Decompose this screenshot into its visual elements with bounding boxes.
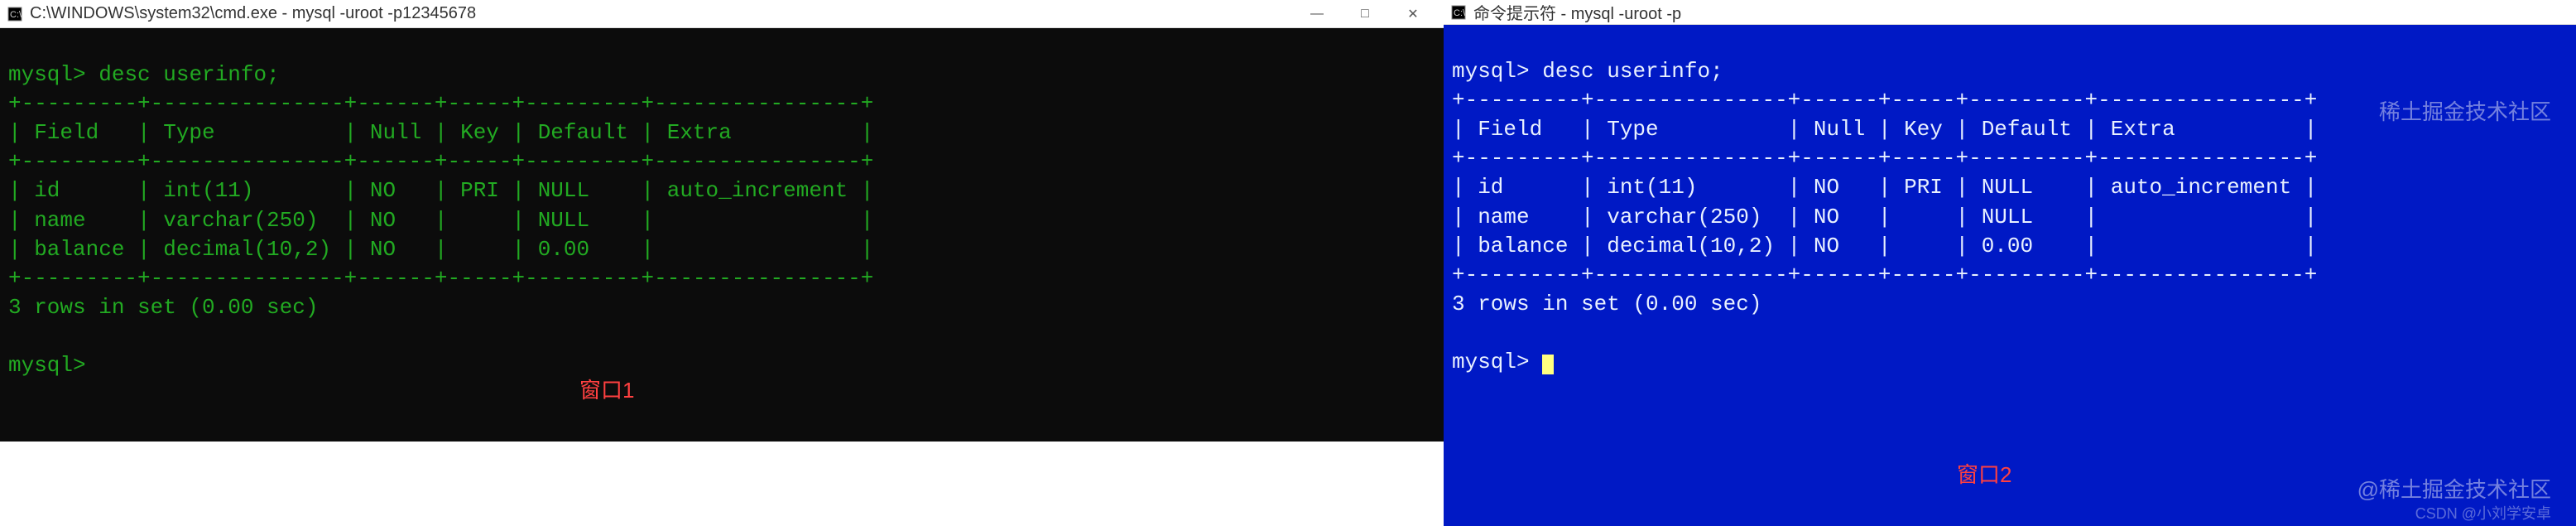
table-border: +---------+---------------+------+-----+… (1452, 263, 2317, 287)
mysql-prompt: mysql> (1452, 59, 1530, 84)
table-header-row: | Field | Type | Null | Key | Default | … (1452, 117, 2317, 142)
table-row: | balance | decimal(10,2) | NO | | 0.00 … (8, 237, 873, 262)
table-border: +---------+---------------+------+-----+… (1452, 146, 2317, 171)
table-border: +---------+---------------+------+-----+… (8, 266, 873, 291)
sql-command: desc userinfo; (99, 62, 279, 87)
watermark-bottom: @稀土掘金技术社区 (2357, 475, 2551, 504)
terminal-body-2[interactable]: mysql> desc userinfo; +---------+-------… (1444, 25, 2576, 526)
titlebar-text-1: C:\WINDOWS\system32\cmd.exe - mysql -uro… (30, 4, 1293, 23)
status-line: 3 rows in set (0.00 sec) (8, 295, 318, 320)
table-row: | name | varchar(250) | NO | | NULL | | (8, 208, 873, 233)
cursor-block (1542, 355, 1554, 374)
table-row: | balance | decimal(10,2) | NO | | 0.00 … (1452, 234, 2317, 258)
mysql-prompt: mysql> (1452, 350, 1530, 374)
table-header-row: | Field | Type | Null | Key | Default | … (8, 120, 873, 145)
cmd-icon: C:\ (7, 6, 23, 22)
window-label-1: 窗口1 (579, 376, 634, 405)
watermark-csdn: CSDN @小刘学安卓 (2415, 504, 2551, 524)
table-border: +---------+---------------+------+-----+… (8, 149, 873, 174)
terminal-window-2: C:\ 命令提示符 - mysql -uroot -p mysql> desc … (1444, 0, 2576, 414)
minimize-button[interactable]: — (1293, 0, 1341, 28)
window-label-2: 窗口2 (1957, 461, 2011, 490)
titlebar-1: C:\ C:\WINDOWS\system32\cmd.exe - mysql … (0, 0, 1444, 28)
mysql-prompt: mysql> (8, 353, 86, 378)
maximize-button[interactable]: □ (1341, 0, 1389, 28)
terminal-body-1[interactable]: mysql> desc userinfo; +---------+-------… (0, 28, 1444, 442)
terminal-window-1: C:\ C:\WINDOWS\system32\cmd.exe - mysql … (0, 0, 1444, 414)
watermark-top: 稀土掘金技术社区 (2379, 98, 2551, 127)
status-line: 3 rows in set (0.00 sec) (1452, 292, 1761, 316)
titlebar-text-2: 命令提示符 - mysql -uroot -p (1473, 0, 2569, 24)
table-border: +---------+---------------+------+-----+… (1452, 88, 2317, 113)
table-row: | id | int(11) | NO | PRI | NULL | auto_… (1452, 175, 2317, 200)
cmd-icon: C:\ (1450, 4, 1467, 21)
titlebar-2: C:\ 命令提示符 - mysql -uroot -p (1444, 0, 2576, 25)
svg-text:C:\: C:\ (10, 10, 22, 20)
mysql-prompt: mysql> (8, 62, 86, 87)
table-row: | name | varchar(250) | NO | | NULL | | (1452, 205, 2317, 229)
close-button[interactable]: ✕ (1389, 0, 1437, 28)
table-border: +---------+---------------+------+-----+… (8, 91, 873, 116)
table-row: | id | int(11) | NO | PRI | NULL | auto_… (8, 178, 873, 203)
window-controls-1: — □ ✕ (1293, 0, 1437, 28)
sql-command: desc userinfo; (1542, 59, 1723, 84)
svg-text:C:\: C:\ (1454, 8, 1466, 18)
